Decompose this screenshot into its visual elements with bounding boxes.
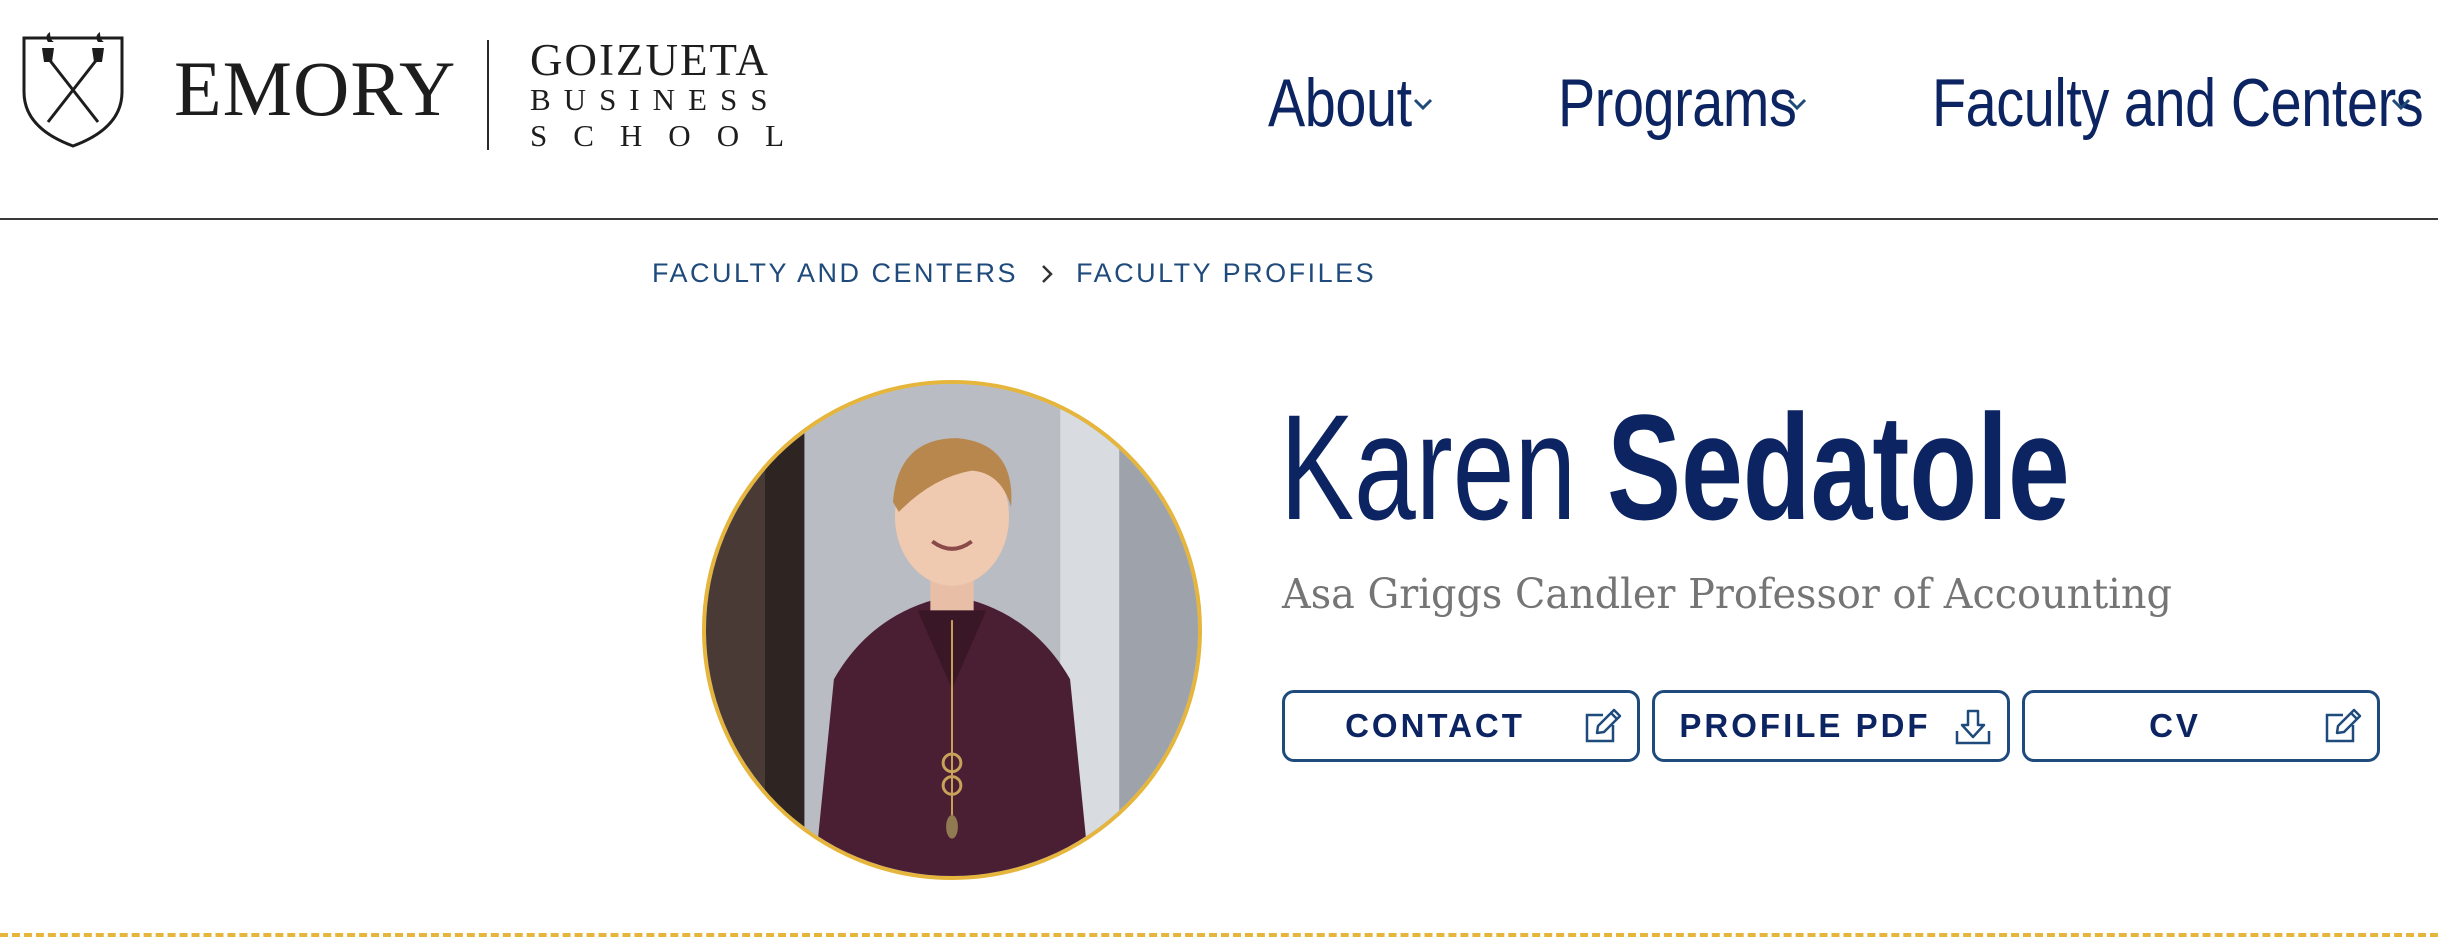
- main-nav: About Programs Faculty and Centers: [0, 58, 2438, 148]
- portrait-photo: [706, 384, 1198, 876]
- cv-button[interactable]: CV: [2022, 690, 2380, 762]
- profile-pdf-button-label: PROFILE PDF: [1679, 707, 1931, 744]
- profile-title: Asa Griggs Candler Professor of Accounti…: [1282, 570, 2172, 618]
- download-icon: [1955, 709, 1991, 745]
- nav-item-programs[interactable]: Programs: [1558, 58, 1849, 148]
- edit-icon: [1585, 708, 1622, 743]
- first-name: Karen: [1280, 383, 1577, 551]
- chevron-down-icon: [2391, 98, 2411, 111]
- nav-item-faculty-and-centers[interactable]: Faculty and Centers: [1932, 58, 2438, 148]
- cv-button-label: CV: [2149, 707, 2201, 744]
- breadcrumb-faculty-profiles[interactable]: FACULTY PROFILES: [1076, 258, 1376, 289]
- profile-name: Karen Sedatole: [1280, 392, 2070, 542]
- contact-button-label: CONTACT: [1345, 707, 1525, 744]
- site-header: EMORY GOIZUETA BUSINESS SCHOOL About Pro…: [0, 0, 2438, 220]
- chevron-down-icon: [1787, 98, 1807, 111]
- section-divider: [0, 933, 2438, 937]
- profile-pdf-button[interactable]: PROFILE PDF: [1652, 690, 2010, 762]
- breadcrumb-faculty-and-centers[interactable]: FACULTY AND CENTERS: [652, 258, 1018, 289]
- chevron-down-icon: [1413, 98, 1433, 111]
- nav-label: Faculty and Centers: [1932, 65, 2424, 141]
- contact-button[interactable]: CONTACT: [1282, 690, 1640, 762]
- breadcrumb: FACULTY AND CENTERS FACULTY PROFILES: [652, 258, 1376, 289]
- last-name: Sedatole: [1607, 383, 2070, 551]
- chevron-right-icon: [1042, 264, 1053, 283]
- nav-item-about[interactable]: About: [1268, 58, 1443, 148]
- nav-label: Programs: [1558, 65, 1797, 141]
- edit-icon: [2325, 708, 2362, 743]
- nav-label: About: [1268, 65, 1412, 141]
- profile-photo: [702, 380, 1202, 880]
